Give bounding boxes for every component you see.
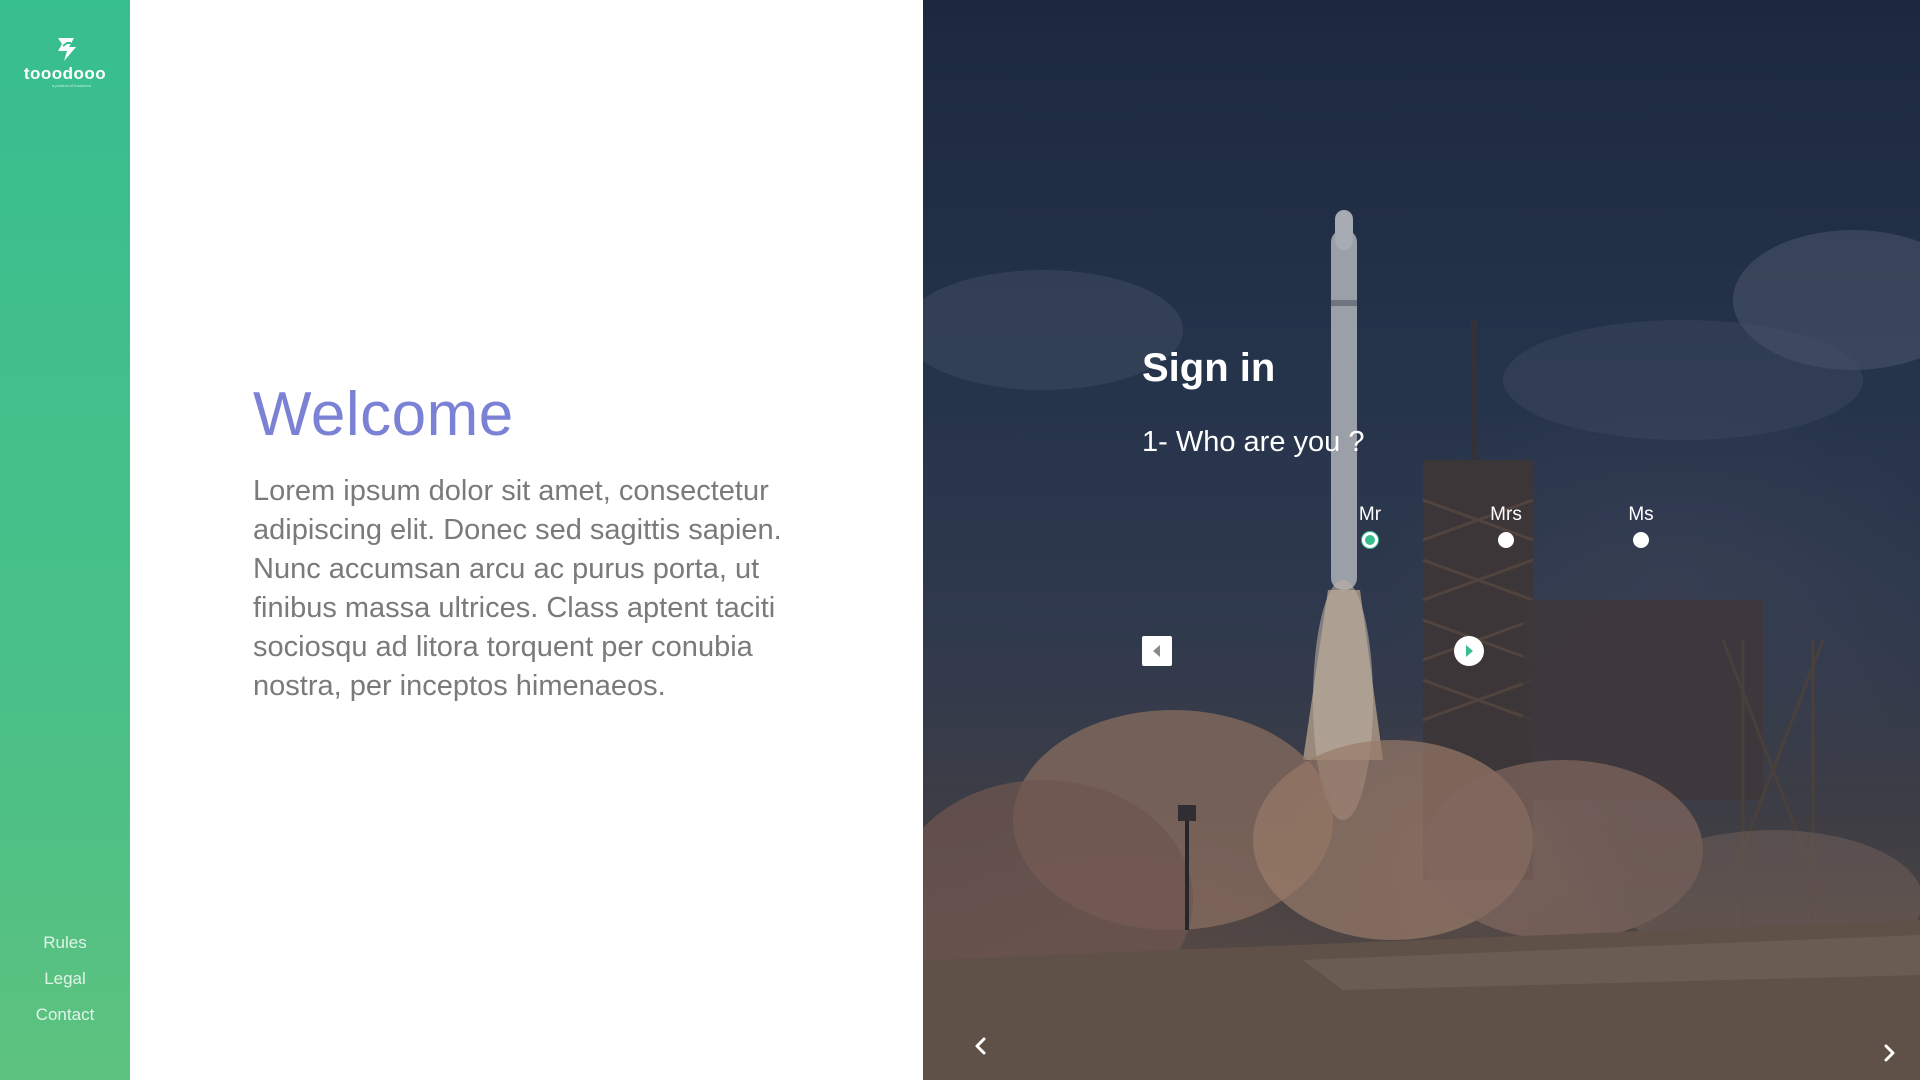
caret-right-icon: [1466, 645, 1473, 657]
radio-button-mrs[interactable]: [1498, 532, 1514, 548]
radio-button-ms[interactable]: [1633, 532, 1649, 548]
radio-label-mr: Mr: [1358, 504, 1382, 525]
hero-panel: Sign in 1- Who are you ? Mr Mrs Ms: [923, 0, 1920, 1080]
sidebar: tooodooo a product of tooodooo Rules Leg…: [0, 0, 130, 1080]
chevron-left-icon: [975, 1037, 986, 1055]
signin-title: Sign in: [1142, 346, 1276, 390]
previous-step-button[interactable]: [1142, 636, 1172, 666]
title-radio-group: Mr Mrs Ms: [923, 500, 1920, 560]
next-step-button[interactable]: [1454, 636, 1484, 666]
radio-label-mrs: Mrs: [1490, 504, 1522, 525]
radio-button-mr[interactable]: [1362, 532, 1378, 548]
radio-option-mrs[interactable]: Mrs: [1466, 500, 1546, 548]
logo[interactable]: tooodooo a product of tooodooo: [0, 34, 130, 88]
welcome-title: Welcome: [253, 380, 514, 449]
logo-icon: [58, 38, 76, 61]
signin-step-question: 1- Who are you ?: [1142, 426, 1365, 458]
welcome-panel: Welcome Lorem ipsum dolor sit amet, cons…: [253, 380, 813, 706]
slide-next-button[interactable]: [1875, 1039, 1903, 1067]
chevron-right-icon: [1884, 1044, 1895, 1062]
sidebar-footer-links: Rules Legal Contact: [0, 928, 130, 1036]
page: tooodooo a product of tooodooo Rules Leg…: [0, 0, 1920, 1080]
slide-prev-button[interactable]: [967, 1032, 995, 1060]
sidebar-link-rules[interactable]: Rules: [0, 928, 130, 964]
welcome-description: Lorem ipsum dolor sit amet, consectetur …: [253, 475, 782, 702]
radio-label-ms: Ms: [1628, 504, 1654, 525]
radio-option-mr[interactable]: Mr: [1330, 500, 1410, 548]
logo-wordmark: tooodooo: [23, 64, 107, 83]
radio-option-ms[interactable]: Ms: [1601, 500, 1681, 548]
logo-tagline: a product of tooodooo: [52, 83, 91, 88]
sidebar-link-legal[interactable]: Legal: [0, 964, 130, 1000]
caret-left-icon: [1153, 645, 1160, 657]
sidebar-link-contact[interactable]: Contact: [0, 1000, 130, 1036]
